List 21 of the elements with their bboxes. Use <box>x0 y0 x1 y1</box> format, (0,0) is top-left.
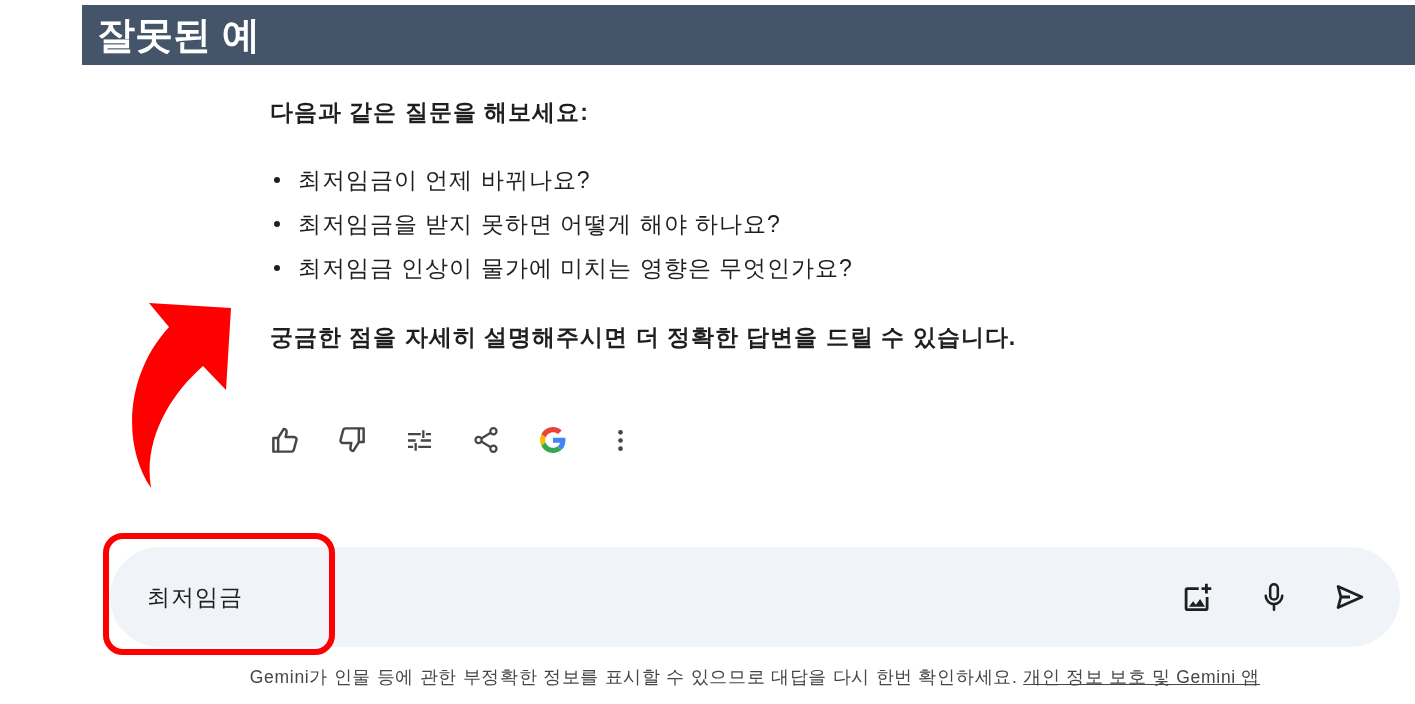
prompt-input-field[interactable]: 최저임금 <box>110 547 1104 647</box>
thumbs-down-icon <box>339 427 365 453</box>
more-vertical-icon <box>617 429 623 451</box>
g-logo-icon <box>540 427 566 453</box>
banner-title: 잘못된 예 <box>97 13 260 58</box>
disclaimer-text: Gemini가 인물 등에 관한 부정확한 정보를 표시할 수 있으므로 대답을 다시 한번 확인하세요. 개인 정보 보호 및 Gemini 앱 <box>248 666 1262 689</box>
bullet-icon <box>274 221 280 227</box>
response-heading: 다음과 같은 질문을 해보세요: <box>270 98 589 127</box>
sliders-icon <box>407 428 431 452</box>
privacy-link[interactable]: 개인 정보 보호 및 Gemini 앱 <box>1023 667 1261 687</box>
response-closing: 궁금한 점을 자세히 설명해주시면 더 정확한 답변을 드릴 수 있습니다. <box>270 323 1017 352</box>
bullet-icon <box>274 265 280 271</box>
prompt-bar[interactable]: 최저임금 <box>110 547 1400 647</box>
suggestion-text: 최저임금을 받지 못하면 어떻게 해야 하나요? <box>298 210 781 239</box>
send-icon <box>1336 583 1364 611</box>
bullet-icon <box>274 177 280 183</box>
image-add-icon <box>1184 583 1212 611</box>
thumbs-up-icon <box>272 427 298 453</box>
suggestion-text: 최저임금 인상이 물가에 미치는 영향은 무엇인가요? <box>298 254 853 283</box>
suggestion-text: 최저임금이 언제 바뀌나요? <box>298 166 591 195</box>
share-icon <box>473 427 499 453</box>
